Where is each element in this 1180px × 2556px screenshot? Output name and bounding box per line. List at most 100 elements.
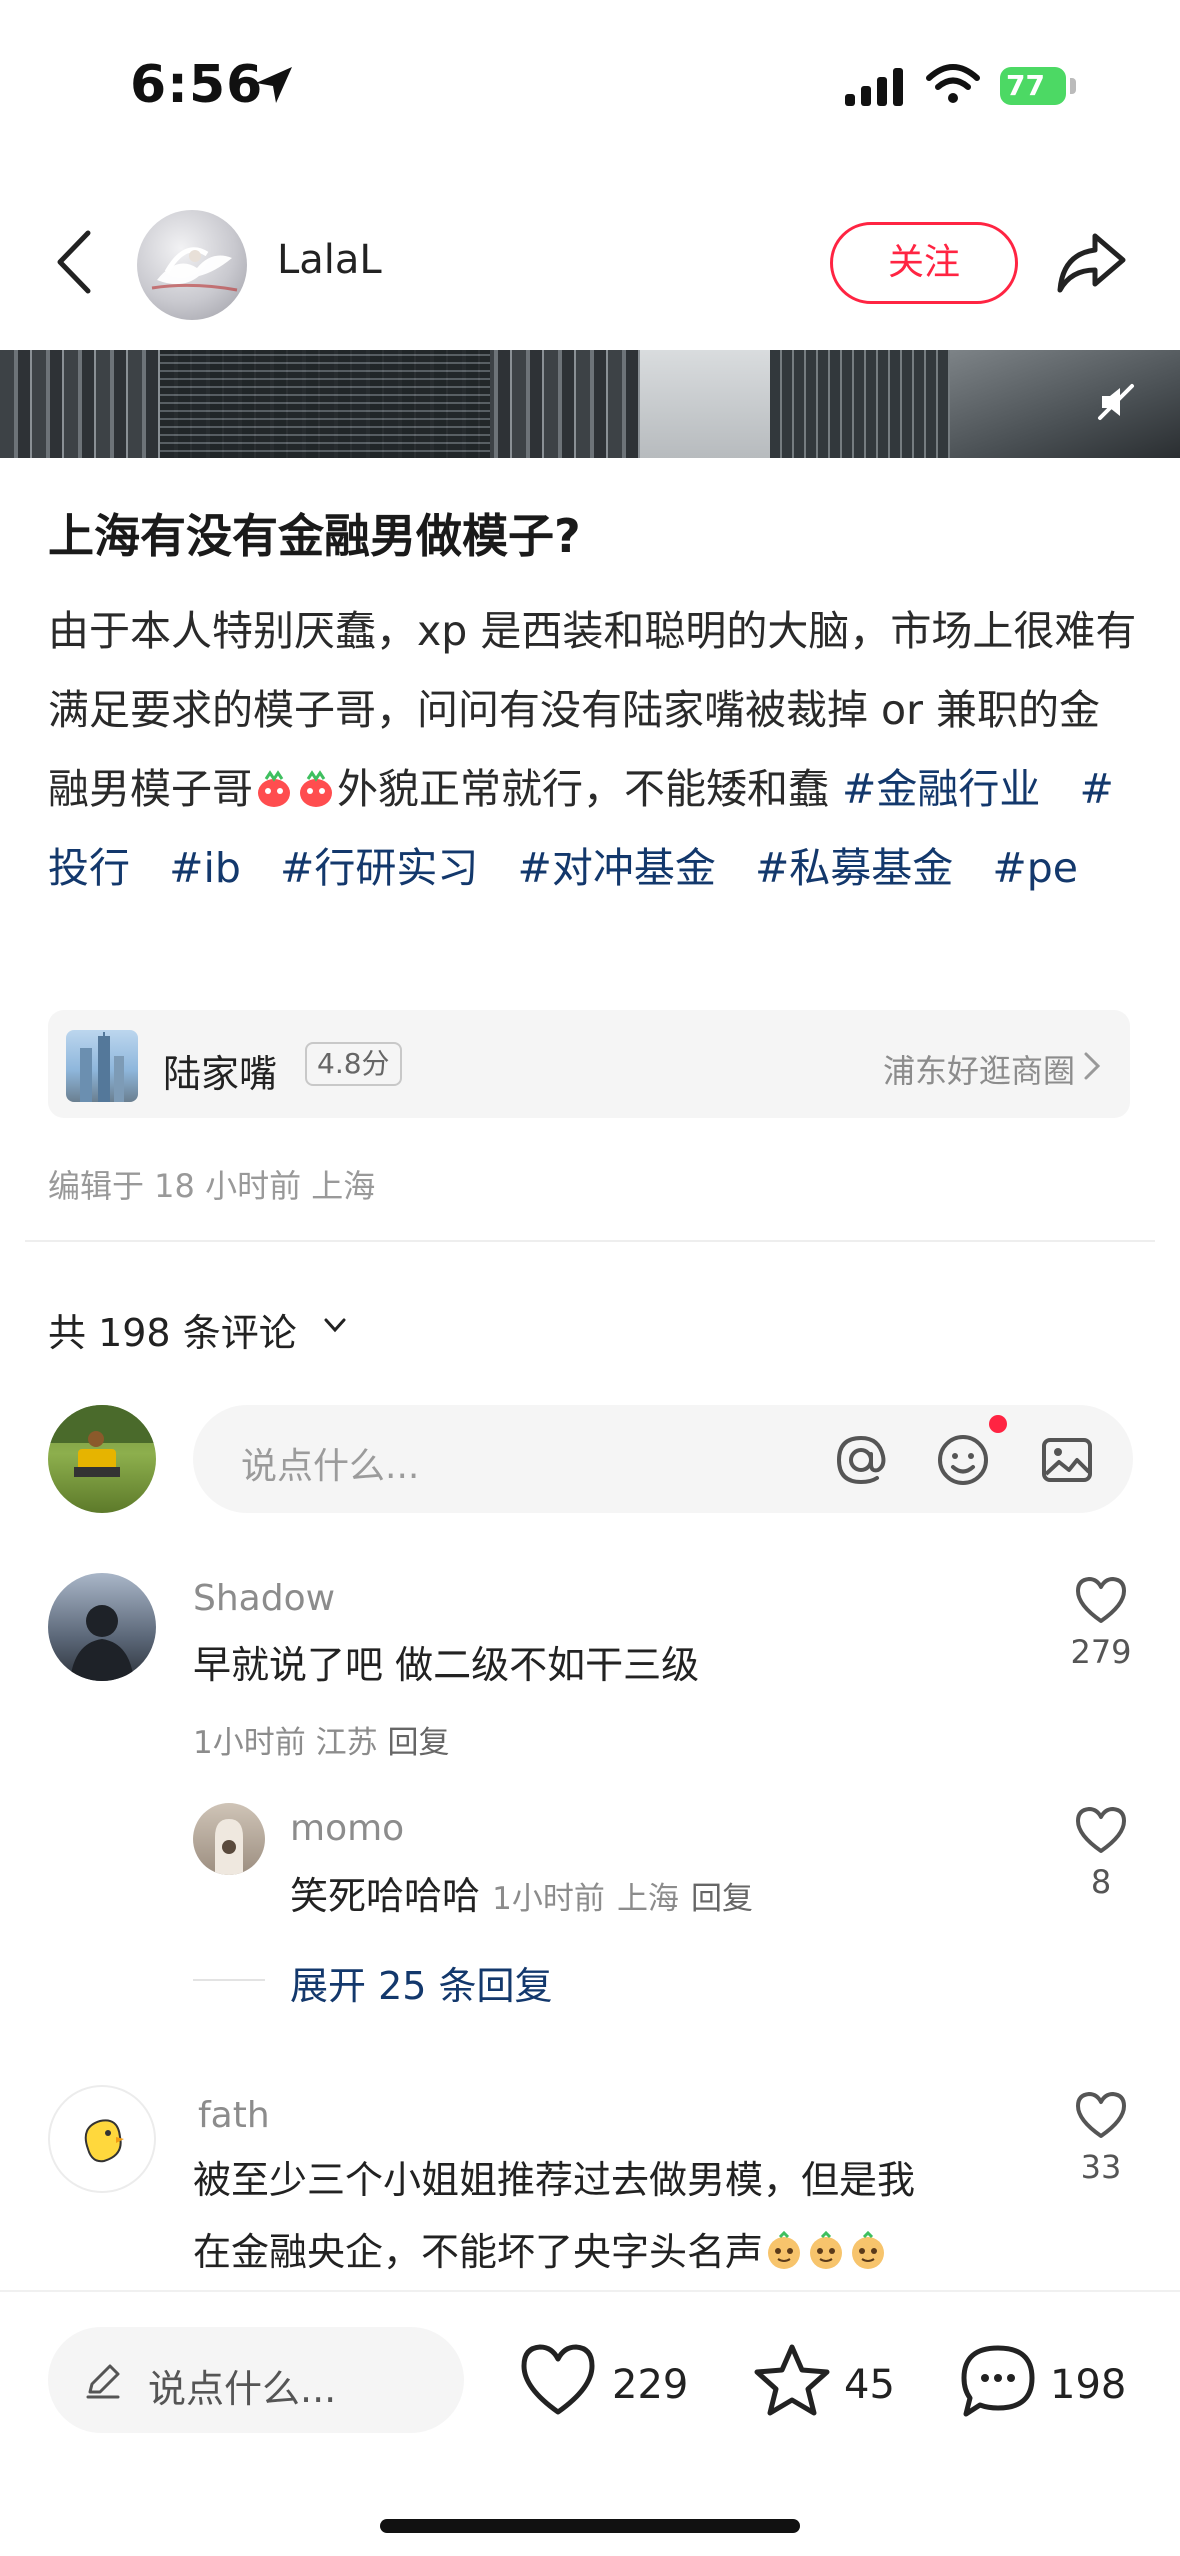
notification-dot	[989, 1415, 1007, 1433]
emoji-picker-icon[interactable]	[935, 1432, 991, 1488]
emoji-icon	[852, 2231, 885, 2269]
comment-region: 江苏	[315, 1725, 378, 1761]
comment-text-line2: 在金融央企，不能坏了央字头名声	[193, 2222, 889, 2282]
chick-avatar-image	[84, 2119, 124, 2163]
post-body-text: 外貌正常就行，不能矮和蠢	[337, 765, 829, 813]
like-action[interactable]: 229	[518, 2342, 698, 2422]
location-arrow-icon	[256, 67, 292, 103]
bird-avatar-image	[151, 247, 238, 292]
sub-comment-time: 1小时前	[492, 1881, 605, 1917]
author-name[interactable]: LalaL	[277, 237, 382, 283]
post-image[interactable]	[0, 350, 1180, 458]
expand-replies-button[interactable]: 展开 25 条回复	[290, 1955, 553, 2010]
comment-text: 被至少三个小姐姐推荐过去做男模，但是我	[193, 2158, 916, 2202]
favorite-count: 45	[844, 2362, 895, 2408]
battery-indicator: 77	[1000, 67, 1066, 105]
back-arrow-icon[interactable]	[50, 227, 100, 297]
comment-text: 早就说了吧 做二级不如干三级	[193, 1643, 700, 1687]
skyline-image	[80, 1032, 124, 1102]
heart-icon[interactable]	[518, 2342, 598, 2418]
silhouette-avatar-image	[70, 1605, 134, 1681]
at-mention-icon[interactable]	[833, 1432, 889, 1488]
sub-reply-button[interactable]: 回复	[691, 1881, 753, 1917]
commenter-name[interactable]: fath	[198, 2095, 270, 2136]
like-count: 229	[612, 2362, 689, 2408]
comment-input[interactable]: 说点什么...	[193, 1405, 1133, 1513]
location-name: 陆家嘴	[163, 1052, 278, 1096]
comment-bubble-icon[interactable]	[958, 2342, 1038, 2420]
location-thumbnail	[66, 1030, 138, 1102]
location-area: 浦东好逛商圈	[882, 1052, 1075, 1090]
like-count: 33	[1080, 2148, 1122, 2186]
post-title: 上海有没有金融男做模子?	[48, 509, 581, 563]
sub-comment-text: 笑死哈哈哈	[290, 1874, 481, 1918]
emoji-icon	[258, 770, 290, 807]
edit-info: 编辑于 18 小时前 上海	[48, 1167, 376, 1205]
share-icon[interactable]	[1055, 230, 1127, 296]
reply-button[interactable]: 回复	[387, 1725, 449, 1761]
post-header: LalaL 关注	[0, 195, 1180, 330]
sub-comment-like[interactable]: 8	[1056, 1805, 1146, 1901]
bottom-input-placeholder: 说点什么...	[148, 2367, 337, 2411]
commenter-name[interactable]: Shadow	[193, 1578, 335, 1619]
emoji-icon	[300, 770, 332, 807]
comment-count: 198	[1050, 2362, 1127, 2408]
commenter-avatar[interactable]	[48, 1573, 156, 1681]
sky-graphic	[640, 350, 770, 458]
comment-text: 在金融央企，不能坏了央字头名声	[193, 2230, 764, 2274]
hashtag-link[interactable]: #行研实习	[280, 844, 478, 892]
home-indicator[interactable]	[380, 2519, 800, 2533]
location-score-badge: 4.8分	[305, 1042, 402, 1086]
commenter-avatar[interactable]	[48, 2085, 156, 2193]
status-time: 6:56	[130, 55, 264, 115]
post-body: 由于本人特别厌蠢，xp 是西装和聪明的大脑，市场上很难有满足要求的模子哥，问问有…	[48, 592, 1138, 908]
emoji-icon	[810, 2231, 843, 2269]
comment-time: 1小时前	[193, 1725, 306, 1761]
sub-comment-body: 笑死哈哈哈 1小时前 上海 回复	[290, 1866, 753, 1929]
my-avatar[interactable]	[48, 1405, 156, 1513]
comment-like[interactable]: 33	[1056, 2090, 1146, 2186]
battery-cap	[1070, 78, 1076, 94]
status-bar: 6:56 77	[0, 0, 1180, 180]
heart-icon[interactable]	[1074, 1575, 1128, 1625]
location-card[interactable]: 陆家嘴 4.8分 浦东好逛商圈	[48, 1010, 1130, 1118]
emoji-icon	[768, 2231, 801, 2269]
comment-meta: 1小时前 江苏 回复	[193, 1717, 449, 1762]
bottom-comment-input[interactable]: 说点什么...	[48, 2327, 464, 2433]
building-graphic	[160, 350, 490, 458]
building-graphic	[770, 350, 950, 458]
building-graphic	[950, 350, 1180, 458]
heart-icon[interactable]	[1074, 1805, 1128, 1855]
cellular-signal-icon	[845, 68, 903, 106]
image-picker-icon[interactable]	[1039, 1432, 1095, 1488]
like-count: 279	[1070, 1633, 1132, 1671]
comment-like[interactable]: 279	[1056, 1575, 1146, 1671]
pencil-icon	[86, 2364, 120, 2399]
lawn-avatar-image	[48, 1405, 156, 1477]
chevron-down-icon[interactable]	[322, 1312, 348, 1338]
hashtag-link[interactable]: #私募基金	[755, 844, 953, 892]
mute-icon[interactable]	[1096, 382, 1136, 422]
follow-button[interactable]: 关注	[830, 222, 1018, 304]
expand-divider	[193, 1979, 265, 1981]
comment-action[interactable]: 198	[958, 2342, 1138, 2422]
author-avatar[interactable]	[137, 210, 247, 320]
heart-icon[interactable]	[1074, 2090, 1128, 2140]
comment-input-placeholder: 说点什么...	[241, 1446, 420, 1487]
chevron-right-icon	[1084, 1052, 1101, 1080]
like-count: 8	[1090, 1863, 1112, 1901]
bottom-action-bar: 说点什么... 229 45 198	[0, 2290, 1180, 2556]
wifi-icon	[926, 64, 980, 103]
arch-avatar-image	[215, 1819, 243, 1875]
hashtag-link[interactable]: #pe	[992, 844, 1078, 892]
comment-count-sort[interactable]: 共 198 条评论	[48, 1302, 297, 1357]
hashtag-link[interactable]: #对冲基金	[517, 844, 715, 892]
sub-comment-region: 上海	[616, 1881, 679, 1917]
sub-commenter-name[interactable]: momo	[290, 1808, 404, 1849]
hashtag-link[interactable]: #ib	[169, 844, 241, 892]
star-icon[interactable]	[752, 2342, 832, 2418]
divider	[25, 1240, 1155, 1242]
favorite-action[interactable]: 45	[752, 2342, 902, 2422]
hashtag-link[interactable]: #金融行业	[842, 765, 1040, 813]
sub-commenter-avatar[interactable]	[193, 1803, 265, 1875]
